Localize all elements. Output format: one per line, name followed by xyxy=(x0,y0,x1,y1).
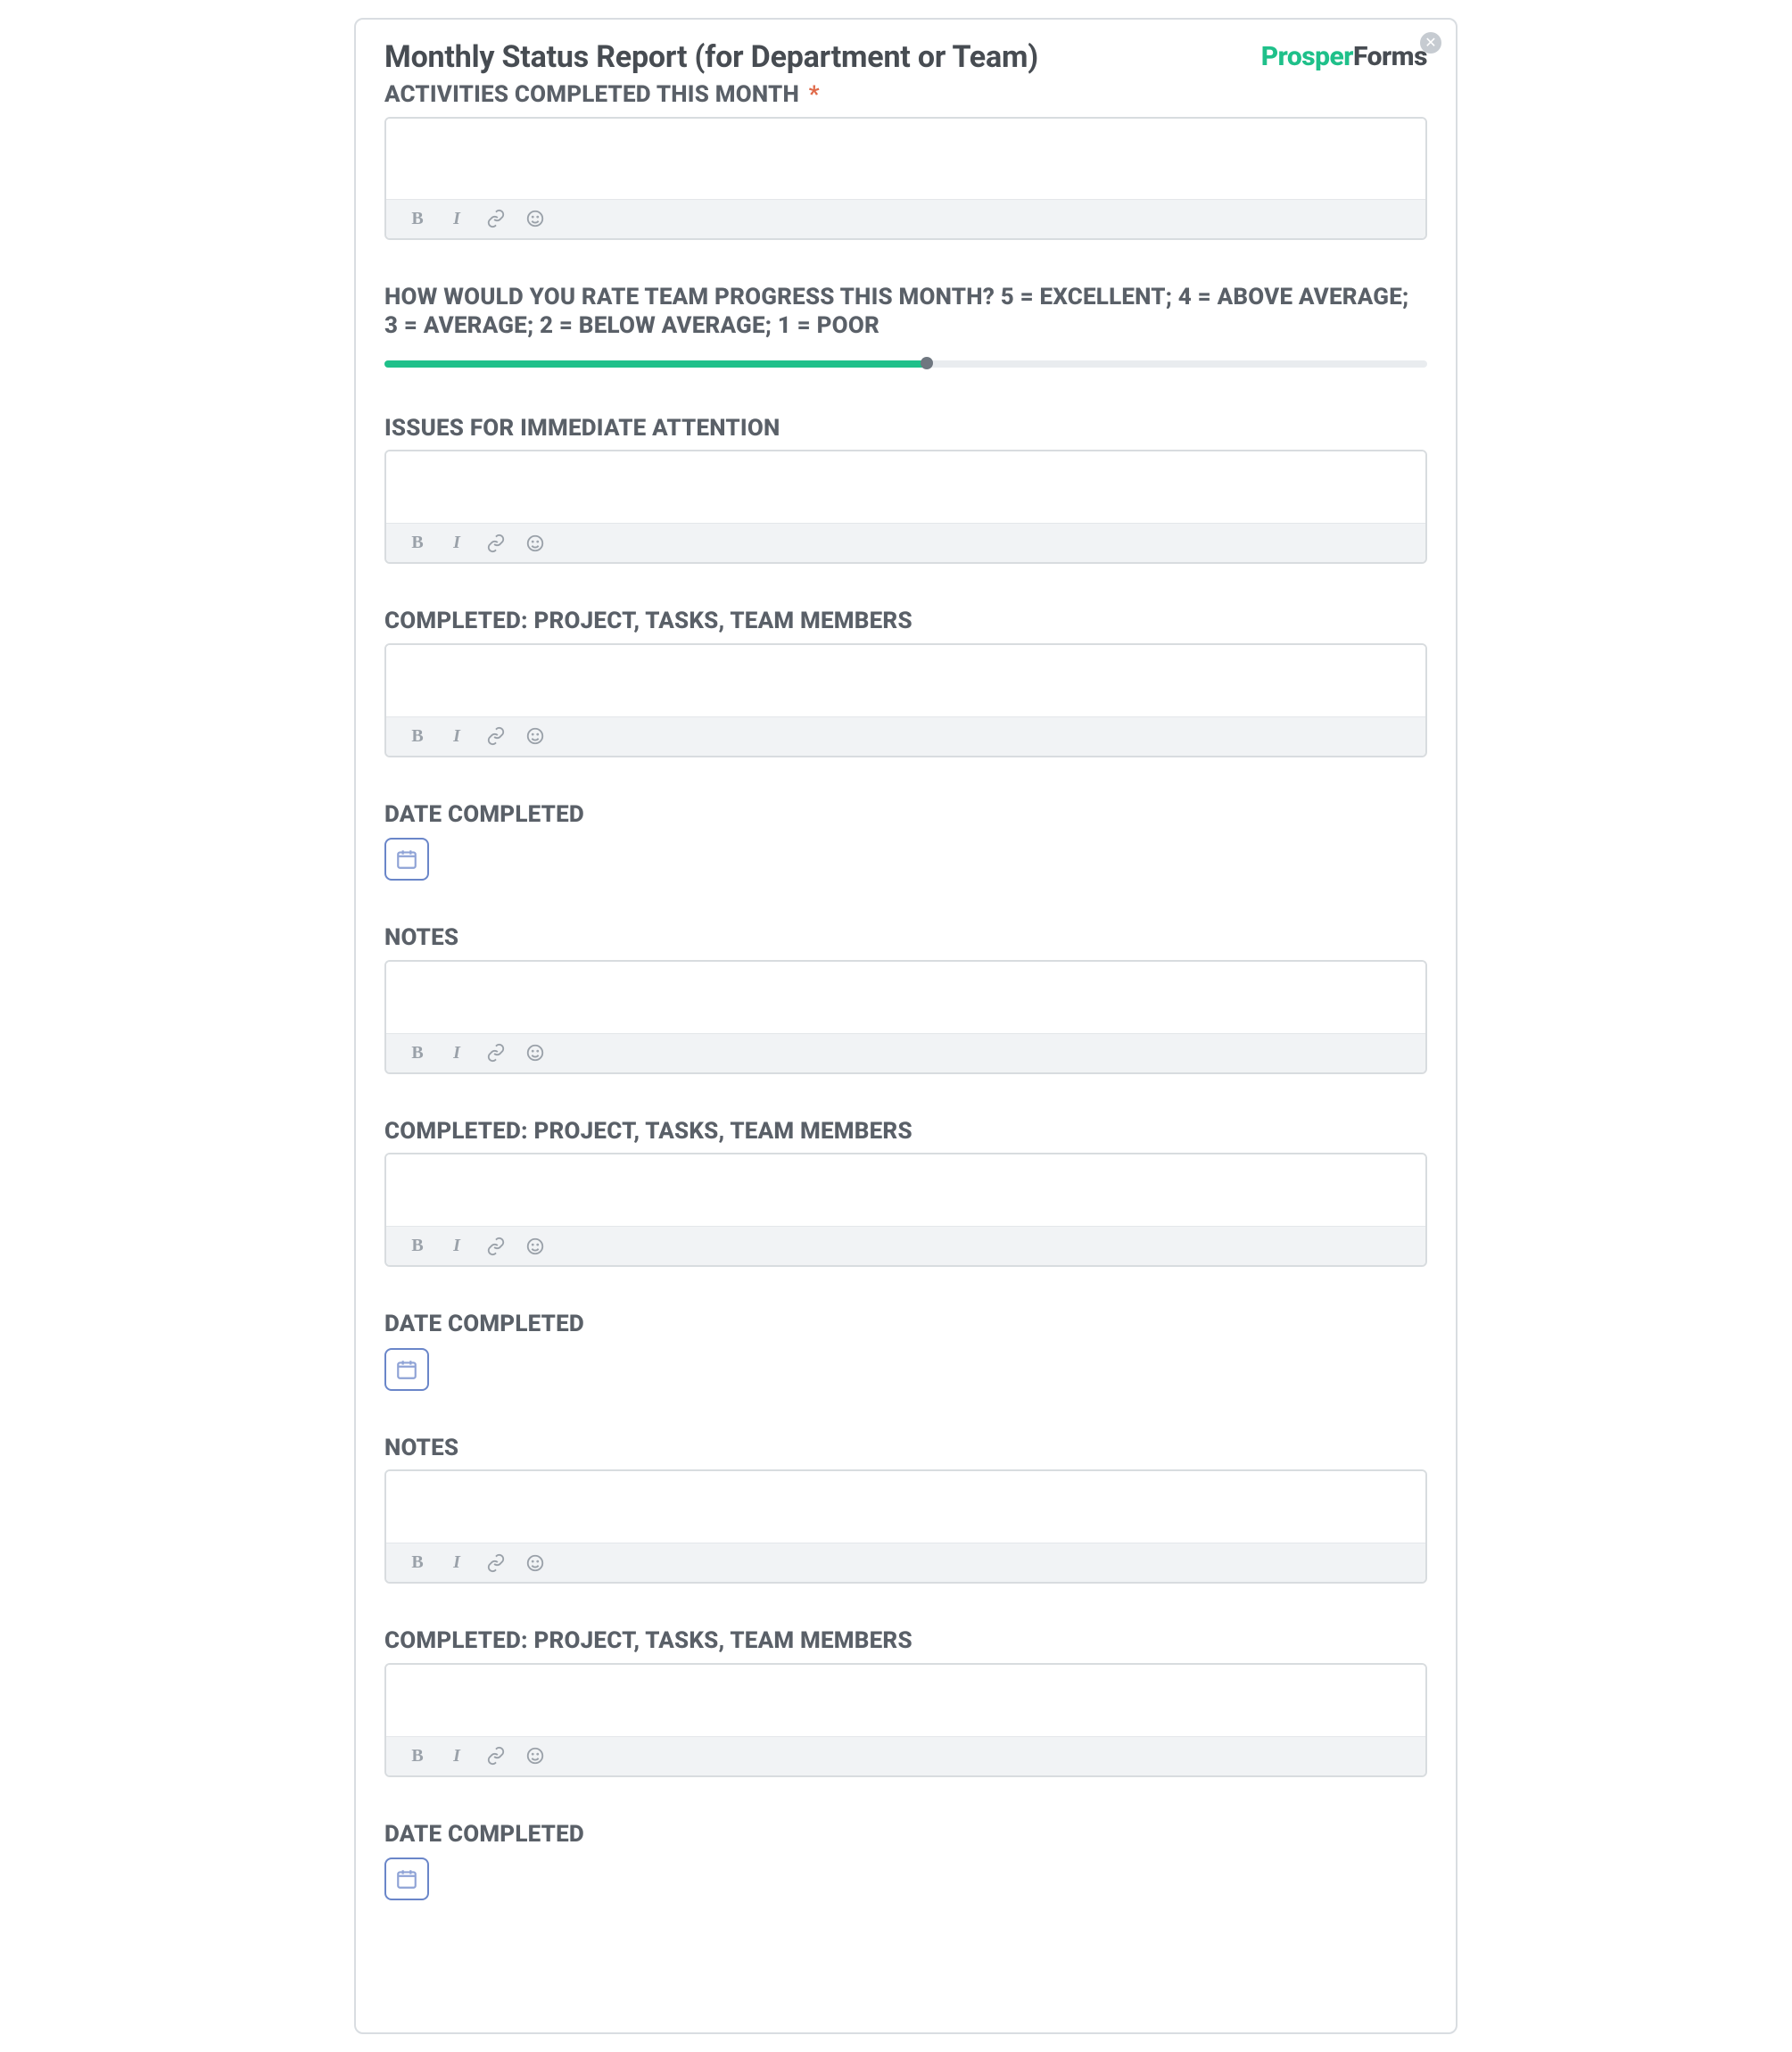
section-date-completed-1: DATE COMPLETED xyxy=(384,800,1427,881)
field-label: COMPLETED: PROJECT, TASKS, TEAM MEMBERS xyxy=(384,1626,1427,1656)
section-date-completed-2: DATE COMPLETED xyxy=(384,1310,1427,1391)
field-label: DATE COMPLETED xyxy=(384,1820,1427,1849)
italic-icon[interactable]: I xyxy=(447,1043,467,1063)
emoji-icon[interactable] xyxy=(525,1746,545,1766)
date-picker-button[interactable] xyxy=(384,1348,429,1391)
italic-icon[interactable]: I xyxy=(447,1237,467,1256)
link-icon[interactable] xyxy=(486,726,506,746)
italic-icon[interactable]: I xyxy=(447,1553,467,1573)
section-rating: HOW WOULD YOU RATE TEAM PROGRESS THIS MO… xyxy=(384,283,1427,371)
italic-icon[interactable]: I xyxy=(447,726,467,746)
richtext-input[interactable] xyxy=(386,645,1425,716)
bold-icon[interactable]: B xyxy=(408,1746,427,1766)
section-activities-completed: ACTIVITIES COMPLETED THIS MONTH * B I xyxy=(384,80,1427,240)
bold-icon[interactable]: B xyxy=(408,1237,427,1256)
date-picker-button[interactable] xyxy=(384,1858,429,1900)
form-panel: Monthly Status Report (for Department or… xyxy=(354,18,1458,2034)
richtext-input[interactable] xyxy=(386,1471,1425,1543)
richtext-field: B I xyxy=(384,450,1427,564)
rating-slider[interactable] xyxy=(384,355,1427,371)
emoji-icon[interactable] xyxy=(525,726,545,746)
form-title: Monthly Status Report (for Department or… xyxy=(384,39,1038,75)
close-icon[interactable] xyxy=(1420,32,1441,54)
richtext-field: B I xyxy=(384,643,1427,757)
italic-icon[interactable]: I xyxy=(447,1746,467,1766)
calendar-icon xyxy=(395,1358,418,1381)
section-completed-3: COMPLETED: PROJECT, TASKS, TEAM MEMBERS … xyxy=(384,1626,1427,1777)
section-completed-1: COMPLETED: PROJECT, TASKS, TEAM MEMBERS … xyxy=(384,607,1427,757)
section-completed-2: COMPLETED: PROJECT, TASKS, TEAM MEMBERS … xyxy=(384,1117,1427,1268)
link-icon[interactable] xyxy=(486,1043,506,1063)
link-icon[interactable] xyxy=(486,209,506,228)
label-text: ACTIVITIES COMPLETED THIS MONTH xyxy=(384,81,799,108)
editor-toolbar: B I xyxy=(386,1226,1425,1265)
field-label: COMPLETED: PROJECT, TASKS, TEAM MEMBERS xyxy=(384,1117,1427,1146)
richtext-input[interactable] xyxy=(386,962,1425,1033)
emoji-icon[interactable] xyxy=(525,1237,545,1256)
form-header: Monthly Status Report (for Department or… xyxy=(384,39,1427,75)
emoji-icon[interactable] xyxy=(525,1043,545,1063)
calendar-icon xyxy=(395,848,418,871)
field-label: DATE COMPLETED xyxy=(384,800,1427,830)
bold-icon[interactable]: B xyxy=(408,1553,427,1573)
field-label: ISSUES FOR IMMEDIATE ATTENTION xyxy=(384,414,1427,443)
field-label: NOTES xyxy=(384,1434,1427,1463)
section-date-completed-3: DATE COMPLETED xyxy=(384,1820,1427,1901)
editor-toolbar: B I xyxy=(386,1736,1425,1775)
bold-icon[interactable]: B xyxy=(408,1043,427,1063)
brand-part2: Forms xyxy=(1353,41,1427,72)
slider-fill xyxy=(384,360,927,368)
emoji-icon[interactable] xyxy=(525,1553,545,1573)
brand-part1: Prosper xyxy=(1261,41,1353,72)
editor-toolbar: B I xyxy=(386,199,1425,238)
editor-toolbar: B I xyxy=(386,1033,1425,1072)
emoji-icon[interactable] xyxy=(525,534,545,553)
section-notes-2: NOTES B I xyxy=(384,1434,1427,1585)
emoji-icon[interactable] xyxy=(525,209,545,228)
richtext-field: B I xyxy=(384,1663,1427,1777)
richtext-input[interactable] xyxy=(386,1154,1425,1226)
editor-toolbar: B I xyxy=(386,716,1425,756)
italic-icon[interactable]: I xyxy=(447,209,467,228)
field-label: HOW WOULD YOU RATE TEAM PROGRESS THIS MO… xyxy=(384,283,1427,341)
italic-icon[interactable]: I xyxy=(447,534,467,553)
richtext-field: B I xyxy=(384,1469,1427,1584)
editor-toolbar: B I xyxy=(386,523,1425,562)
richtext-input[interactable] xyxy=(386,1665,1425,1736)
field-label: NOTES xyxy=(384,923,1427,953)
calendar-icon xyxy=(395,1867,418,1891)
richtext-field: B I xyxy=(384,960,1427,1074)
bold-icon[interactable]: B xyxy=(408,209,427,228)
link-icon[interactable] xyxy=(486,1553,506,1573)
field-label: COMPLETED: PROJECT, TASKS, TEAM MEMBERS xyxy=(384,607,1427,636)
bold-icon[interactable]: B xyxy=(408,534,427,553)
editor-toolbar: B I xyxy=(386,1543,1425,1582)
field-label: DATE COMPLETED xyxy=(384,1310,1427,1339)
richtext-field: B I xyxy=(384,1153,1427,1267)
slider-thumb[interactable] xyxy=(921,357,933,369)
richtext-field: B I xyxy=(384,117,1427,240)
brand-logo: ProsperForms xyxy=(1261,41,1427,72)
richtext-input[interactable] xyxy=(386,119,1425,199)
richtext-input[interactable] xyxy=(386,451,1425,523)
field-label: ACTIVITIES COMPLETED THIS MONTH * xyxy=(384,80,1427,110)
link-icon[interactable] xyxy=(486,1237,506,1256)
section-issues: ISSUES FOR IMMEDIATE ATTENTION B I xyxy=(384,414,1427,565)
bold-icon[interactable]: B xyxy=(408,726,427,746)
link-icon[interactable] xyxy=(486,1746,506,1766)
required-marker: * xyxy=(809,81,820,108)
section-notes-1: NOTES B I xyxy=(384,923,1427,1074)
date-picker-button[interactable] xyxy=(384,838,429,881)
link-icon[interactable] xyxy=(486,534,506,553)
